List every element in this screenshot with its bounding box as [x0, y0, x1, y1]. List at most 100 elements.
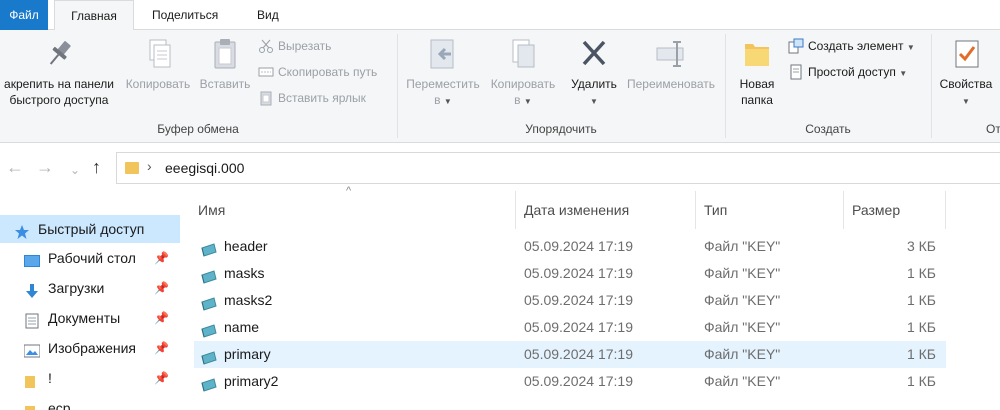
- paste-shortcut-icon: [258, 90, 274, 106]
- organize-group-label: Упорядочить: [525, 122, 597, 136]
- table-row[interactable]: header 05.09.2024 17:19 Файл "KEY" 3 КБ: [194, 233, 946, 260]
- key-file-icon: [200, 347, 218, 365]
- pictures-icon: [23, 340, 41, 358]
- pin-icon: [41, 36, 77, 72]
- properties-label: Свойства: [939, 77, 993, 91]
- key-file-icon: [200, 374, 218, 392]
- rename-label: Переименовать: [627, 77, 715, 91]
- tab-home[interactable]: Главная: [54, 0, 134, 31]
- back-arrow-icon[interactable]: ←: [6, 157, 24, 177]
- paste-label: Вставить: [199, 77, 251, 91]
- open-group-label: От: [986, 122, 1000, 136]
- chevron-down-icon: ▼: [899, 69, 908, 78]
- paste-shortcut-label: Вставить ярлык: [278, 91, 366, 105]
- nav-item-label: Документы: [48, 310, 121, 326]
- nav-item-label: !: [48, 370, 52, 386]
- tab-file[interactable]: Файл: [0, 0, 48, 30]
- new-item-label: Создать элемент: [808, 39, 904, 53]
- nav-item-pictures[interactable]: Изображения 📌: [0, 334, 180, 362]
- nav-item-downloads[interactable]: Загрузки 📌: [0, 274, 180, 302]
- easy-access-icon: [788, 64, 804, 80]
- scissors-icon: [258, 38, 274, 54]
- pin-icon[interactable]: 📌: [154, 334, 169, 362]
- copy-path-button[interactable]: Скопировать путь: [258, 61, 377, 83]
- move-to-label-line2: в: [434, 93, 441, 107]
- table-row[interactable]: name 05.09.2024 17:19 Файл "KEY" 1 КБ: [194, 314, 946, 341]
- rename-icon: [653, 36, 689, 72]
- table-row[interactable]: primary2 05.09.2024 17:19 Файл "KEY" 1 КБ: [194, 368, 946, 395]
- column-header-size[interactable]: Размер: [844, 191, 946, 229]
- file-size: 1 КБ: [906, 265, 936, 281]
- nav-item-documents[interactable]: Документы 📌: [0, 304, 180, 332]
- cut-label: Вырезать: [278, 39, 332, 53]
- key-file-icon: [200, 239, 218, 257]
- file-date: 05.09.2024 17:19: [524, 292, 633, 308]
- chevron-down-icon: ▼: [523, 97, 532, 106]
- folder-icon: [125, 162, 139, 174]
- delete-button[interactable]: Удалить ▼: [566, 34, 622, 110]
- properties-icon: [948, 36, 984, 72]
- file-name: masks2: [224, 292, 273, 308]
- move-to-button[interactable]: Переместить в ▼: [402, 34, 484, 110]
- properties-button[interactable]: Свойства ▼: [936, 34, 996, 110]
- chevron-down-icon: ▼: [590, 97, 598, 106]
- nav-item-label: Загрузки: [48, 280, 105, 296]
- folder-icon: [24, 370, 40, 388]
- file-name: masks: [224, 265, 265, 281]
- file-type: Файл "KEY": [704, 373, 781, 389]
- easy-access-button[interactable]: Простой доступ ▼: [788, 61, 907, 83]
- nav-item-desktop[interactable]: Рабочий стол 📌: [0, 244, 180, 272]
- paste-shortcut-button[interactable]: Вставить ярлык: [258, 87, 366, 109]
- downloads-icon: [24, 280, 40, 298]
- nav-item-folder-exclamation[interactable]: ! 📌: [0, 364, 180, 392]
- chevron-right-icon[interactable]: ›: [147, 158, 152, 174]
- move-to-label: Переместить: [406, 77, 480, 91]
- clipboard-group-label: Буфер обмена: [157, 122, 239, 136]
- rename-button[interactable]: Переименовать: [622, 34, 720, 92]
- new-folder-button[interactable]: Новая папка: [730, 34, 784, 108]
- move-to-icon: [425, 36, 461, 72]
- documents-icon: [24, 310, 40, 329]
- pin-icon[interactable]: 📌: [154, 304, 169, 332]
- nav-quick-access[interactable]: Быстрый доступ: [0, 215, 180, 243]
- tab-view[interactable]: Вид: [245, 0, 291, 30]
- copy-to-button[interactable]: Копировать в ▼: [484, 34, 562, 110]
- up-arrow-icon[interactable]: ↑: [92, 157, 101, 177]
- address-bar[interactable]: › eeegisqi.000: [116, 152, 1000, 184]
- nav-item-ecp[interactable]: ecp: [0, 394, 180, 410]
- column-header-name[interactable]: Имя: [190, 191, 516, 229]
- table-row[interactable]: masks 05.09.2024 17:19 Файл "KEY" 1 КБ: [194, 260, 946, 287]
- recent-locations-chevron-icon[interactable]: ⌄: [70, 160, 80, 180]
- column-header-date[interactable]: Дата изменения: [516, 191, 696, 229]
- column-header-type[interactable]: Тип: [696, 191, 844, 229]
- pin-to-quick-access-button[interactable]: акрепить на панели быстрого доступа: [0, 34, 118, 108]
- pin-icon[interactable]: 📌: [154, 364, 169, 392]
- file-size: 1 КБ: [906, 292, 936, 308]
- table-row[interactable]: masks2 05.09.2024 17:19 Файл "KEY" 1 КБ: [194, 287, 946, 314]
- pin-icon[interactable]: 📌: [154, 244, 169, 272]
- chevron-down-icon: ▼: [906, 43, 915, 52]
- new-item-button[interactable]: Создать элемент ▼: [788, 35, 915, 57]
- address-path[interactable]: eeegisqi.000: [165, 160, 244, 176]
- navigation-pane: Быстрый доступ Рабочий стол 📌 Загрузки 📌…: [0, 191, 180, 410]
- forward-arrow-icon[interactable]: →: [36, 157, 54, 177]
- delete-label: Удалить: [571, 77, 617, 91]
- file-type: Файл "KEY": [704, 265, 781, 281]
- ribbon: акрепить на панели быстрого доступа Копи…: [0, 30, 1000, 143]
- file-size: 1 КБ: [906, 319, 936, 335]
- file-name: name: [224, 319, 260, 335]
- table-row[interactable]: primary 05.09.2024 17:19 Файл "KEY" 1 КБ: [194, 341, 946, 368]
- file-list: ^ Имя Дата изменения Тип Размер header 05…: [180, 185, 1000, 410]
- file-name: primary2: [224, 373, 279, 389]
- new-folder-label-line2: папка: [741, 93, 773, 107]
- file-date: 05.09.2024 17:19: [524, 238, 633, 254]
- tab-share[interactable]: Поделиться: [140, 0, 230, 30]
- folder-icon: [24, 400, 40, 410]
- paste-button[interactable]: Вставить: [196, 34, 254, 92]
- cut-button[interactable]: Вырезать: [258, 35, 331, 57]
- new-group-label: Создать: [805, 122, 851, 136]
- pin-icon[interactable]: 📌: [154, 274, 169, 302]
- file-size: 3 КБ: [906, 238, 936, 254]
- copy-button[interactable]: Копировать: [120, 34, 196, 92]
- delete-icon: [576, 36, 612, 72]
